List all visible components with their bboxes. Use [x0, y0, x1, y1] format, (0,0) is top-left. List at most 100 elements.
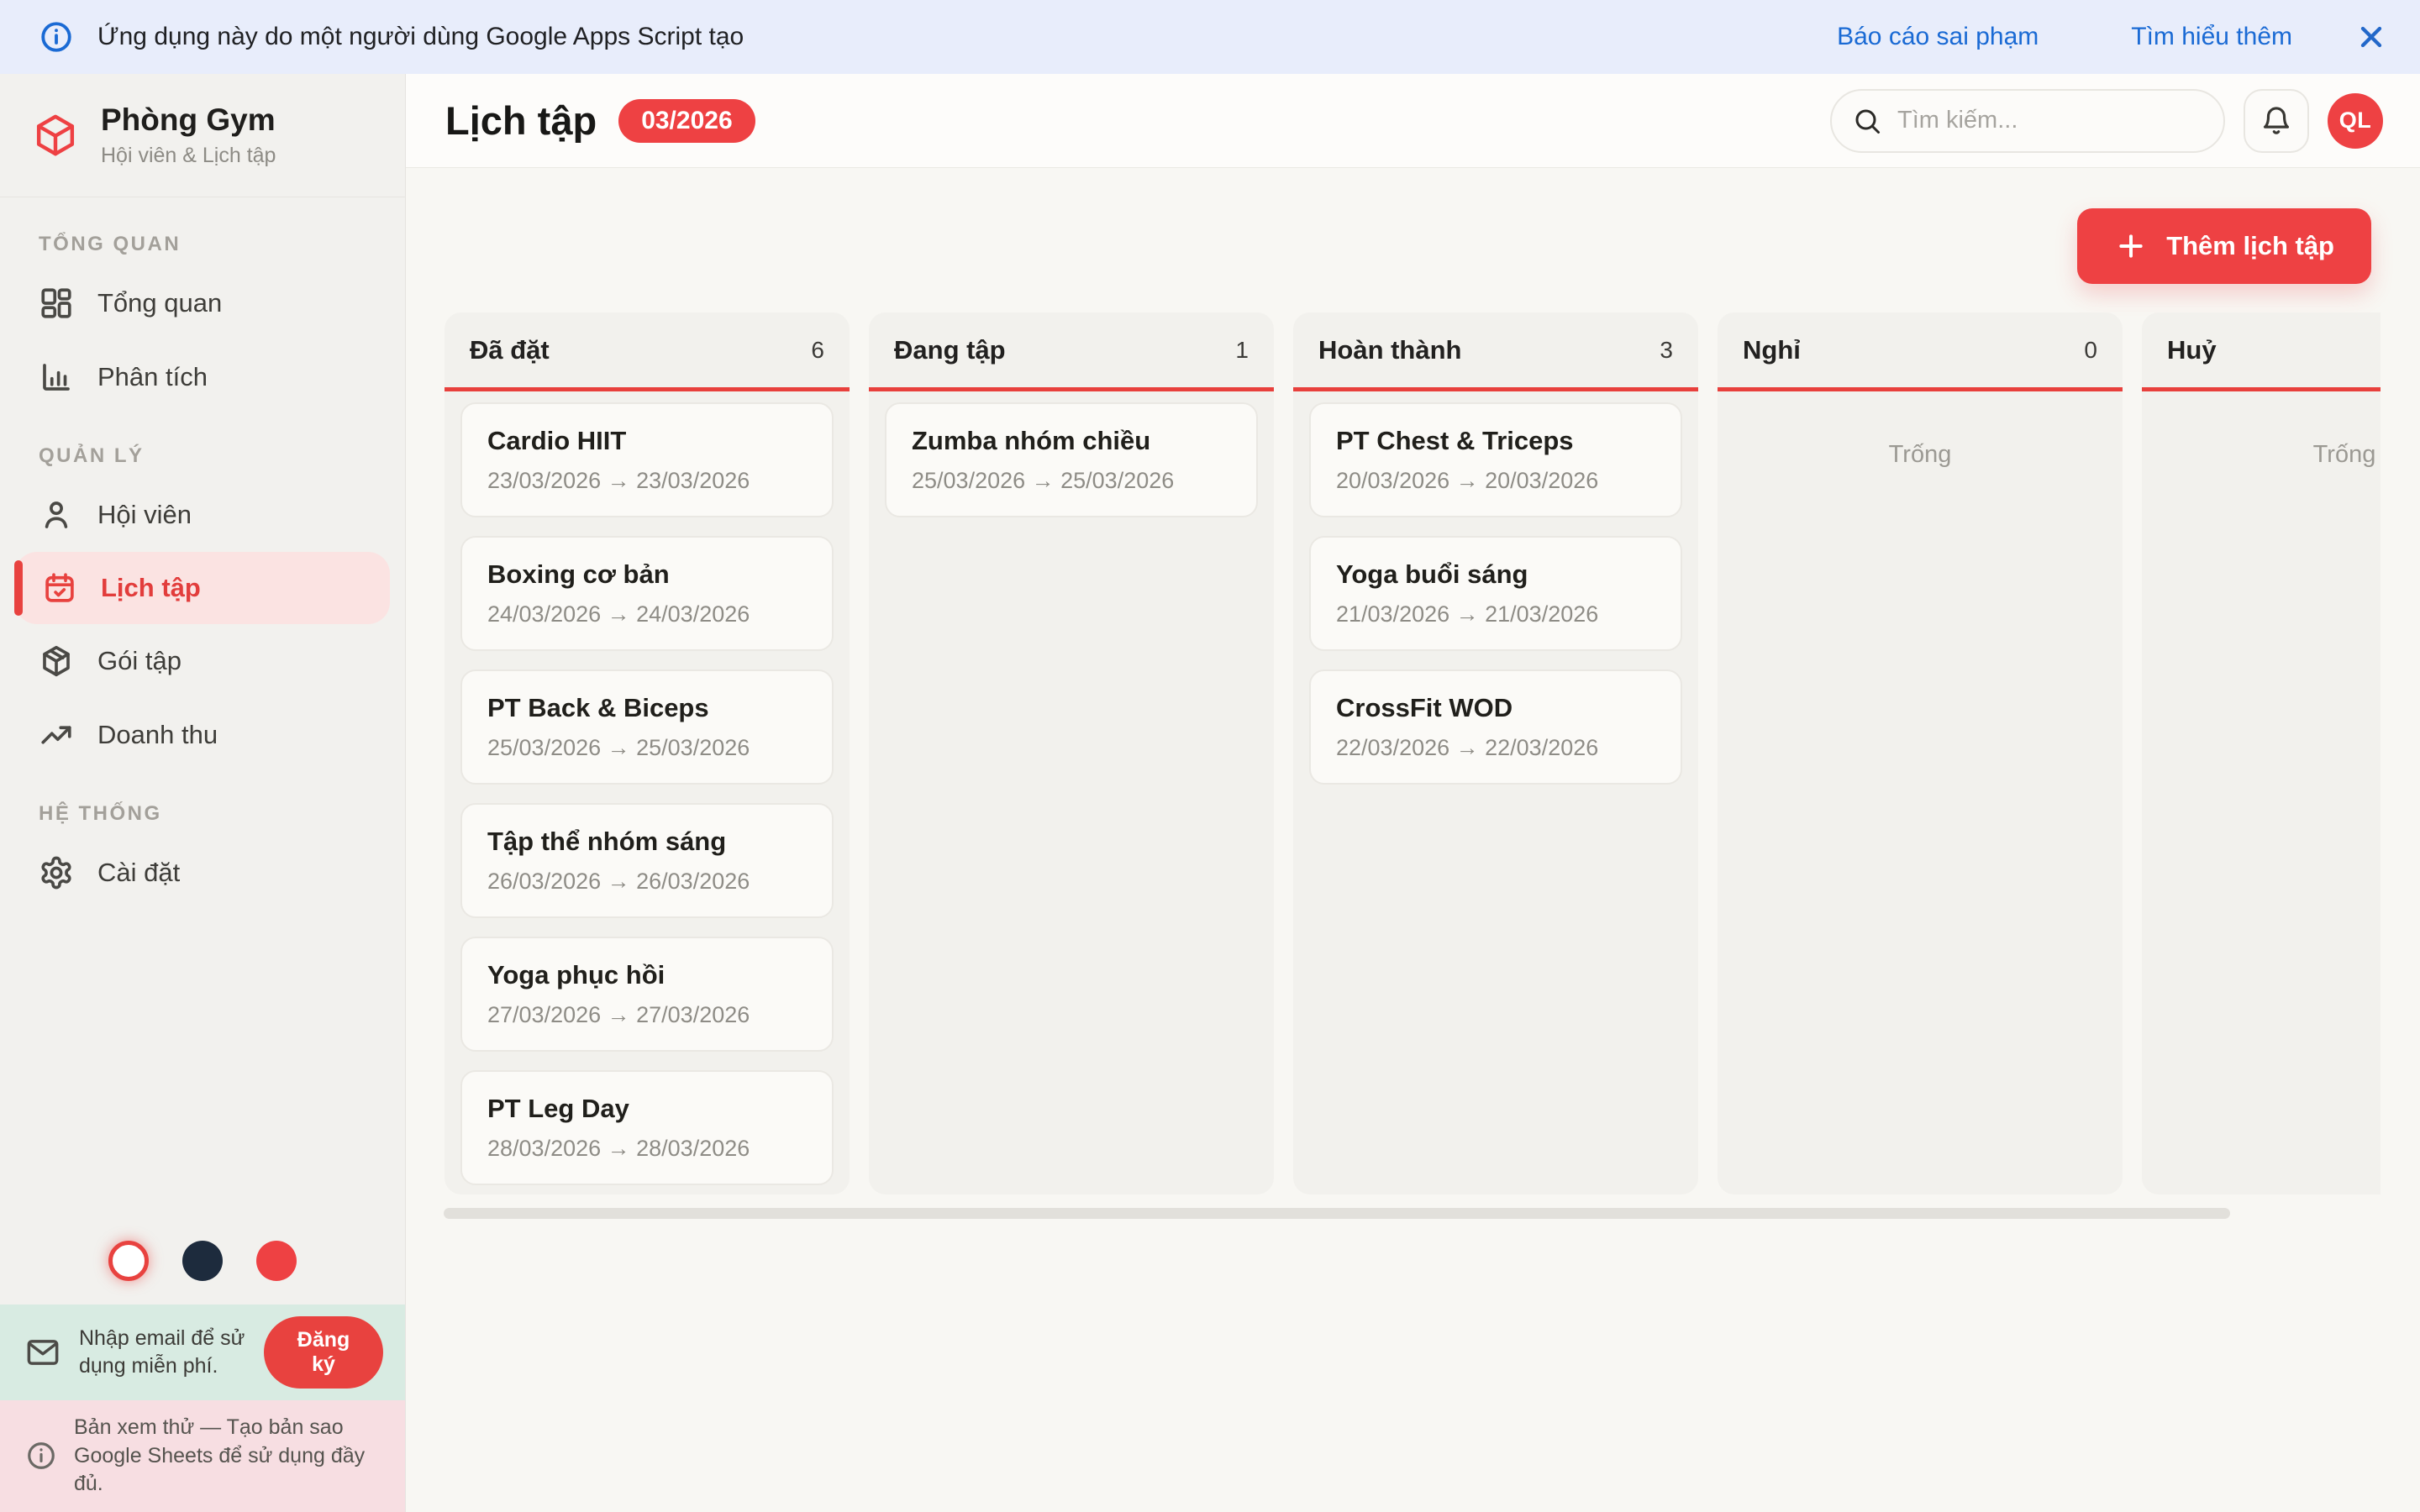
dashboard-icon [41, 288, 71, 318]
schedule-card[interactable]: Yoga phục hồi 27/03/2026 → 27/03/2026 [460, 937, 834, 1052]
column-title: Nghỉ [1743, 334, 1801, 365]
cube-logo-icon [36, 114, 75, 156]
card-dates: 24/03/2026 → 24/03/2026 [487, 601, 750, 627]
nav-section-manage: QUẢN LÝ [39, 444, 145, 467]
column-header: Huỷ [2142, 312, 2381, 391]
column-body: Cardio HIIT 23/03/2026 → 23/03/2026 Boxi… [445, 391, 850, 1194]
sidebar-item-label: Tổng quan [97, 288, 223, 318]
card-dates: 21/03/2026 → 21/03/2026 [1336, 601, 1599, 627]
card-dates: 23/03/2026 → 23/03/2026 [487, 468, 750, 493]
card-title: Yoga buổi sáng [1336, 559, 1528, 589]
theme-swatch-navy[interactable] [182, 1240, 223, 1281]
column-count: 0 [2084, 336, 2097, 363]
column-empty-label: Trống [1888, 441, 1952, 468]
card-dates: 27/03/2026 → 27/03/2026 [487, 1002, 750, 1027]
calendar-check-icon [45, 573, 74, 602]
search-icon [1855, 109, 1880, 134]
theme-swatch-red[interactable] [256, 1240, 297, 1281]
kanban-column: Đang tập 1 Zumba nhóm chiều 25/03/2026 →… [869, 312, 1274, 1194]
email-signup-text: Nhập email để sử dụng miễn phí. [79, 1326, 245, 1378]
banner-text: Ứng dụng này do một người dùng Google Ap… [97, 23, 744, 50]
card-title: PT Back & Biceps [487, 693, 709, 722]
schedule-card[interactable]: Zumba nhóm chiều 25/03/2026 → 25/03/2026 [885, 402, 1258, 517]
schedule-card[interactable]: PT Leg Day 28/03/2026 → 28/03/2026 [460, 1070, 834, 1185]
sidebar-item-tong-quan[interactable]: Tổng quan [0, 266, 405, 340]
column-body: Trống [1718, 391, 2123, 1194]
content-area: Thêm lịch tập Đã đặt 6 Cardio HIIT 23/03… [406, 168, 2420, 1512]
column-count: 6 [811, 336, 824, 363]
search-box[interactable] [1830, 88, 2225, 153]
theme-switcher [0, 1224, 405, 1305]
column-header: Nghỉ 0 [1718, 312, 2123, 391]
report-abuse-link[interactable]: Báo cáo sai phạm [1837, 23, 2039, 51]
column-title: Hoàn thành [1318, 334, 1462, 365]
add-schedule-button[interactable]: Thêm lịch tập [2077, 208, 2371, 284]
month-badge: 03/2026 [618, 98, 755, 143]
sidebar-item-label: Gói tập [97, 646, 182, 675]
column-empty-label: Trống [2312, 441, 2376, 468]
trending-up-icon [41, 726, 71, 744]
page-title: Lịch tập [445, 98, 597, 143]
card-dates: 25/03/2026 → 25/03/2026 [912, 468, 1175, 493]
search-input[interactable] [1897, 107, 2203, 134]
card-title: Tập thể nhóm sáng [487, 827, 727, 856]
kanban-column: Nghỉ 0 Trống [1718, 312, 2123, 1194]
sidebar-item-lich-tap[interactable]: Lịch tập [14, 552, 390, 624]
theme-swatch-light[interactable] [108, 1240, 149, 1281]
app-logo-block: Phòng Gym Hội viên & Lịch tập [0, 74, 405, 197]
signup-button[interactable]: Đăng ký [264, 1315, 383, 1389]
column-title: Huỷ [2167, 334, 2217, 365]
add-schedule-label: Thêm lịch tập [2166, 231, 2334, 260]
plus-icon [2119, 234, 2143, 258]
schedule-card[interactable]: Tập thể nhóm sáng 26/03/2026 → 26/03/202… [460, 803, 834, 918]
notifications-button[interactable] [2244, 88, 2309, 153]
card-title: Zumba nhóm chiều [912, 426, 1151, 455]
sidebar-item-cai-dat[interactable]: Cài đặt [0, 836, 405, 910]
info-icon [41, 22, 71, 52]
card-title: PT Leg Day [487, 1094, 629, 1123]
column-body: Zumba nhóm chiều 25/03/2026 → 25/03/2026 [869, 391, 1274, 1194]
sidebar-item-hoi-vien[interactable]: Hội viên [0, 478, 405, 552]
sidebar-item-label: Doanh thu [97, 720, 218, 749]
schedule-card[interactable]: Yoga buổi sáng 21/03/2026 → 21/03/2026 [1309, 536, 1682, 651]
schedule-card[interactable]: PT Chest & Triceps 20/03/2026 → 20/03/20… [1309, 402, 1682, 517]
card-title: Yoga phục hồi [487, 960, 666, 990]
column-title: Đang tập [894, 334, 1006, 365]
sidebar-item-doanh-thu[interactable]: Doanh thu [0, 698, 405, 772]
card-dates: 22/03/2026 → 22/03/2026 [1336, 735, 1599, 760]
schedule-card[interactable]: CrossFit WOD 22/03/2026 → 22/03/2026 [1309, 669, 1682, 785]
horizontal-scrollbar[interactable] [444, 1208, 2230, 1219]
schedule-card[interactable]: PT Back & Biceps 25/03/2026 → 25/03/2026 [460, 669, 834, 785]
envelope-icon [27, 1339, 59, 1365]
app-name: Phòng Gym [101, 102, 276, 137]
sidebar-item-label: Hội viên [97, 500, 192, 529]
column-count: 1 [1235, 336, 1249, 363]
column-body: PT Chest & Triceps 20/03/2026 → 20/03/20… [1293, 391, 1698, 1194]
close-icon[interactable] [2354, 20, 2388, 54]
card-dates: 26/03/2026 → 26/03/2026 [487, 869, 750, 894]
schedule-card[interactable]: Boxing cơ bản 24/03/2026 → 24/03/2026 [460, 536, 834, 651]
kanban-column: Đã đặt 6 Cardio HIIT 23/03/2026 → 23/03/… [445, 312, 850, 1194]
sidebar-item-goi-tap[interactable]: Gói tập [0, 624, 405, 698]
column-header: Hoàn thành 3 [1293, 312, 1698, 391]
card-title: PT Chest & Triceps [1336, 426, 1574, 455]
nav-section-system: HỆ THỐNG [39, 802, 162, 825]
schedule-card[interactable]: Cardio HIIT 23/03/2026 → 23/03/2026 [460, 402, 834, 517]
learn-more-link[interactable]: Tìm hiểu thêm [2131, 23, 2292, 51]
avatar[interactable]: QL [2328, 92, 2383, 149]
sidebar-item-label: Lịch tập [101, 573, 201, 602]
kanban-board: Đã đặt 6 Cardio HIIT 23/03/2026 → 23/03/… [445, 312, 2381, 1194]
trial-note: Bản xem thử — Tạo bản sao Google Sheets … [0, 1399, 405, 1512]
column-title: Đã đặt [470, 334, 550, 365]
app-shell: Phòng Gym Hội viên & Lịch tập TỔNG QUAN … [0, 74, 2420, 1512]
sidebar-item-label: Cài đặt [97, 858, 181, 887]
sidebar-item-phan-tich[interactable]: Phân tích [0, 340, 405, 414]
card-title: CrossFit WOD [1336, 693, 1513, 722]
sidebar: Phòng Gym Hội viên & Lịch tập TỔNG QUAN … [0, 74, 406, 1512]
card-title: Boxing cơ bản [487, 559, 670, 589]
column-count: 3 [1660, 336, 1673, 363]
main-header: Lịch tập 03/2026 QL [406, 74, 2420, 168]
kanban-viewport: Đã đặt 6 Cardio HIIT 23/03/2026 → 23/03/… [445, 312, 2381, 1512]
main-area: Lịch tập 03/2026 QL [406, 74, 2420, 1512]
sidebar-item-label: Phân tích [97, 362, 208, 391]
